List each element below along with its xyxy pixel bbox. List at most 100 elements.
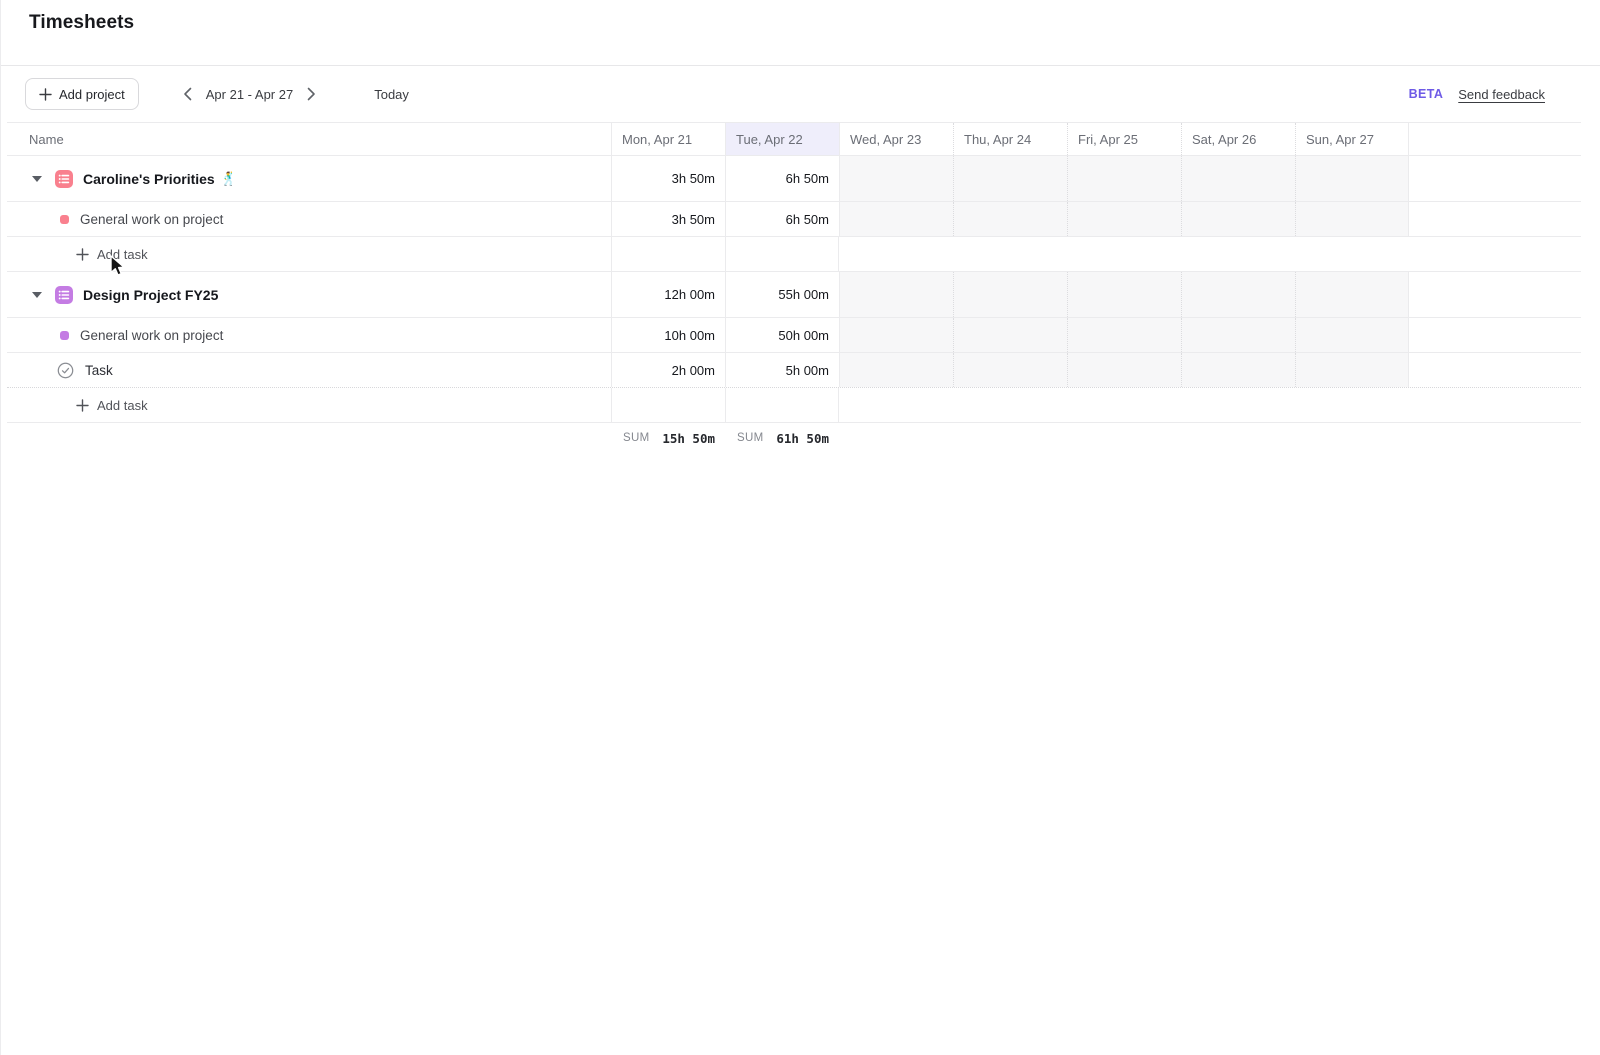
beta-badge: BETA [1409,87,1444,101]
project-name[interactable]: Design Project FY25 [83,287,218,303]
row-filler [839,423,1581,453]
task-row-task: Task 2h 00m 5h 00m [7,353,1581,388]
time-cell-tue[interactable]: 55h 00m [725,272,839,317]
time-cell-wed-empty[interactable] [839,156,953,201]
add-project-button[interactable]: Add project [25,78,139,110]
next-week-button[interactable] [301,83,322,105]
row-filler [1409,202,1581,236]
time-cell-fri-empty[interactable] [1067,202,1181,236]
time-cell-tue[interactable]: 50h 00m [725,318,839,352]
time-cell-wed-empty[interactable] [839,318,953,352]
time-value: 50h 00m [778,328,829,343]
time-cell-thu-empty[interactable] [953,353,1067,387]
prev-week-button[interactable] [177,83,198,105]
time-cell-fri-empty[interactable] [1067,318,1181,352]
day-header-sun: Sun, Apr 27 [1295,123,1409,155]
time-cell-sat-empty[interactable] [1181,202,1295,236]
task-name[interactable]: General work on project [80,328,223,343]
time-cell-thu-empty[interactable] [953,272,1067,317]
time-cell-thu-empty[interactable] [953,202,1067,236]
task-name-cell: General work on project [7,318,611,352]
time-cell-wed-empty[interactable] [839,272,953,317]
time-cell-thu-empty[interactable] [953,318,1067,352]
timesheets-page: Timesheets Add project Apr 21 - Apr 27 T… [0,0,1600,1055]
time-cell-sun-empty[interactable] [1295,156,1409,201]
time-cell-sat-empty[interactable] [1181,353,1295,387]
time-cell-mon[interactable]: 3h 50m [611,156,725,201]
collapse-chevron-icon[interactable] [32,176,42,182]
row-filler [1409,272,1581,317]
day-header-tue-highlighted: Tue, Apr 22 [725,123,839,155]
title-bar: Timesheets [1,0,1600,66]
time-cell-tue[interactable]: 5h 00m [725,353,839,387]
row-filler [839,388,1581,422]
task-color-swatch-icon [60,331,69,340]
time-cell-wed-empty[interactable] [839,202,953,236]
time-cell-mon[interactable]: 12h 00m [611,272,725,317]
timesheet-grid: Name Mon, Apr 21 Tue, Apr 22 Wed, Apr 23… [7,122,1581,453]
time-cell-mon[interactable]: 3h 50m [611,202,725,236]
chevron-right-icon [307,87,316,101]
task-row-general-work: General work on project 10h 00m 50h 00m [7,318,1581,353]
row-filler [1409,353,1581,387]
toolbar: Add project Apr 21 - Apr 27 Today BETA S… [1,66,1600,122]
project-name-cell: Caroline's Priorities 🕺 [7,156,611,201]
chevron-left-icon [183,87,192,101]
task-name-cell: Task [7,353,611,387]
plus-icon [76,399,89,412]
time-cell-sat-empty[interactable] [1181,272,1295,317]
time-cell-sat-empty[interactable] [1181,318,1295,352]
time-cell-fri-empty[interactable] [1067,272,1181,317]
week-navigator: Apr 21 - Apr 27 [177,83,322,105]
check-circle-icon[interactable] [57,362,74,379]
time-value: 6h 50m [786,171,829,186]
time-cell-fri-empty[interactable] [1067,353,1181,387]
blank-cell [725,237,839,271]
collapse-chevron-icon[interactable] [32,292,42,298]
time-cell-sun-empty[interactable] [1295,353,1409,387]
time-cell-tue[interactable]: 6h 50m [725,202,839,236]
project-name[interactable]: Caroline's Priorities [83,171,215,187]
page-title: Timesheets [29,12,1600,34]
row-filler [1409,318,1581,352]
project-name-cell: Design Project FY25 [7,272,611,317]
sum-label: SUM [623,432,649,444]
send-feedback-link[interactable]: Send feedback [1458,87,1545,102]
plus-icon [39,88,52,101]
time-cell-sun-empty[interactable] [1295,202,1409,236]
today-button[interactable]: Today [368,86,415,103]
day-header-wed: Wed, Apr 23 [839,123,953,155]
add-task-row: Add task [7,388,1581,423]
time-cell-fri-empty[interactable] [1067,156,1181,201]
plus-icon [76,248,89,261]
date-range-label[interactable]: Apr 21 - Apr 27 [206,87,293,102]
project-row-carolines-priorities: Caroline's Priorities 🕺 3h 50m 6h 50m [7,156,1581,202]
sum-spacer [7,423,611,453]
time-cell-sun-empty[interactable] [1295,272,1409,317]
time-cell-wed-empty[interactable] [839,353,953,387]
time-cell-sat-empty[interactable] [1181,156,1295,201]
time-value: 10h 00m [664,328,715,343]
task-name[interactable]: General work on project [80,212,223,227]
time-cell-tue[interactable]: 6h 50m [725,156,839,201]
day-header-mon: Mon, Apr 21 [611,123,725,155]
dancer-emoji: 🕺 [221,171,237,187]
day-header-sat: Sat, Apr 26 [1181,123,1295,155]
add-task-button[interactable]: Add task [76,247,148,262]
grid-header-row: Name Mon, Apr 21 Tue, Apr 22 Wed, Apr 23… [7,122,1581,156]
time-value: 3h 50m [672,212,715,227]
time-value: 3h 50m [672,171,715,186]
add-task-button[interactable]: Add task [76,398,148,413]
add-task-cell: Add task [7,237,611,271]
time-cell-mon[interactable]: 2h 00m [611,353,725,387]
header-filler [1409,123,1581,155]
time-cell-sun-empty[interactable] [1295,318,1409,352]
blank-cell [611,237,725,271]
add-project-label: Add project [59,87,125,102]
project-row-design-project-fy25: Design Project FY25 12h 00m 55h 00m [7,272,1581,318]
sum-cell-mon: SUM 15h 50m [611,423,725,453]
time-cell-mon[interactable]: 10h 00m [611,318,725,352]
task-name[interactable]: Task [85,363,113,378]
time-cell-thu-empty[interactable] [953,156,1067,201]
sum-value-mon: 15h 50m [662,431,715,446]
